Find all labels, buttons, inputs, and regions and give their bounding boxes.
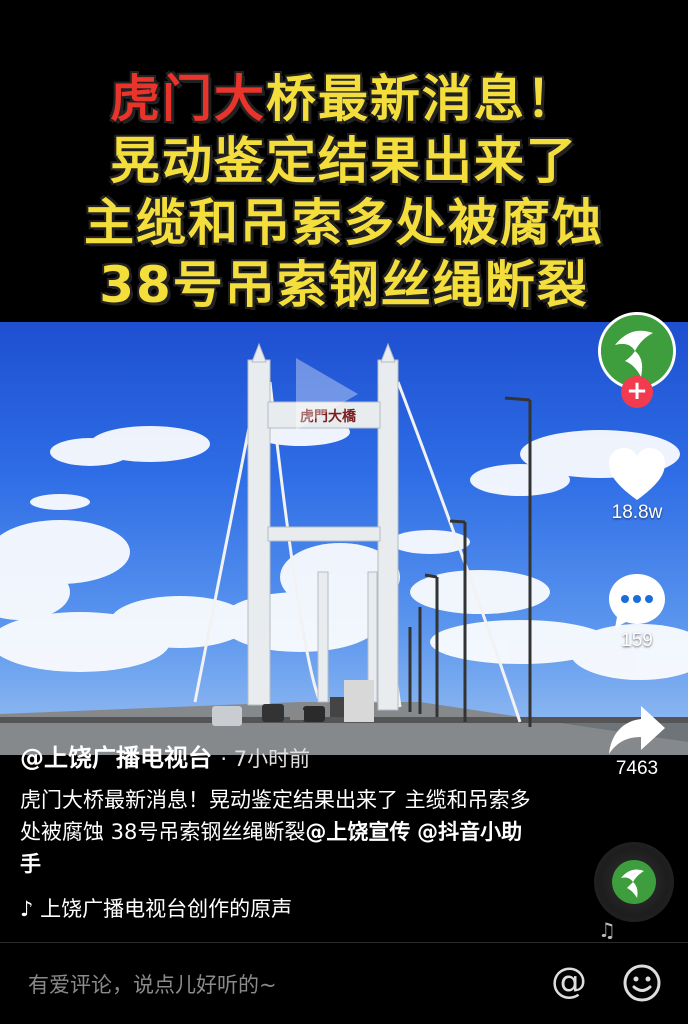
post-time: · 7小时前 [220,747,311,771]
author-line[interactable]: @上饶广播电视台 · 7小时前 [20,738,310,773]
music-line[interactable]: ♪ 上饶广播电视台创作的原声 [20,893,292,923]
like-button[interactable]: 18.8w [592,446,682,524]
like-count: 18.8w [611,502,663,523]
mention-at-button[interactable]: @ [549,961,589,1003]
title-highlight: 虎门大 [110,70,266,128]
comment-button[interactable]: 159 [592,572,682,652]
heart-icon [609,448,665,500]
music-disc-logo-icon [612,860,656,904]
music-label: 上饶广播电视台创作的原声 [40,897,293,921]
follow-plus-button[interactable]: + [621,376,653,408]
comment-bar: 有爱评论，说点儿好听的~ @ [0,943,688,1024]
comment-count: 159 [621,630,653,651]
douyin-note-icon: ♪ [20,897,34,921]
mention-link[interactable]: @上饶宣传 [305,820,410,844]
video-title-overlay: 虎门大桥最新消息！ 晃动鉴定结果出来了 主缆和吊索多处被腐蚀 38号吊索钢丝绳断… [0,68,688,316]
play-icon[interactable] [296,358,358,430]
title-line-1: 虎门大桥最新消息！ [0,68,688,130]
comment-input[interactable]: 有爱评论，说点儿好听的~ [28,969,277,999]
share-arrow-icon [609,706,665,754]
title-line-4: 38号吊索钢丝绳断裂 [99,256,589,314]
share-count: 7463 [615,758,659,779]
emoji-icon[interactable] [622,963,662,1003]
comment-icon [609,574,665,628]
title-line-2: 晃动鉴定结果出来了 [110,132,578,190]
music-disc[interactable] [594,842,674,922]
music-note-icon: ♫ [598,918,616,942]
author-name[interactable]: @上饶广播电视台 [20,744,212,772]
title-line-3: 主缆和吊索多处被腐蚀 [84,194,604,252]
video-caption[interactable]: 虎门大桥最新消息！晃动鉴定结果出来了 主缆和吊索多处被腐蚀 38号吊索钢丝绳断裂… [20,784,540,880]
share-button[interactable]: 7463 [592,702,682,780]
title-line-1-rest: 桥最新消息！ [266,70,578,128]
